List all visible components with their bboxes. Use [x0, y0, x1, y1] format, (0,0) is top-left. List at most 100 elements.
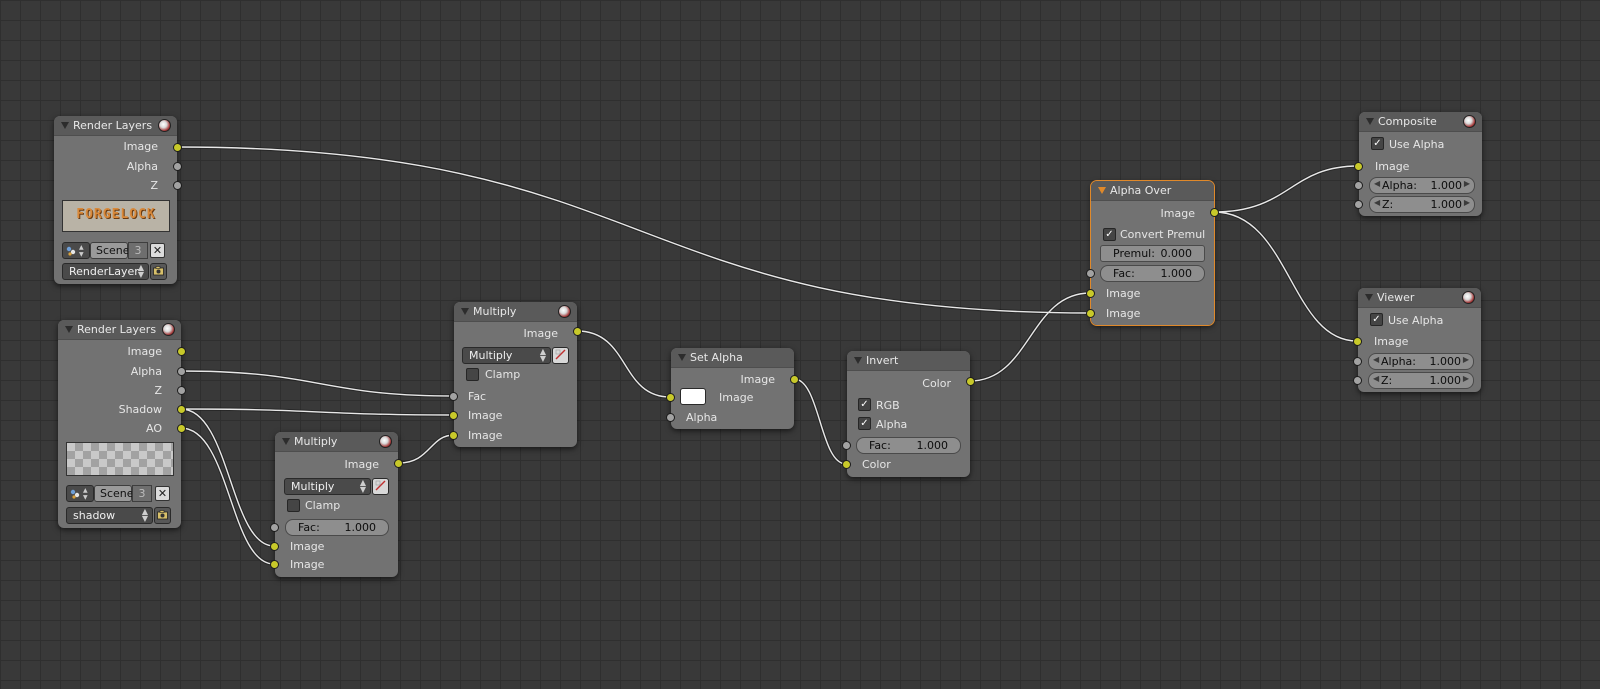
collapse-triangle-icon[interactable] [678, 354, 686, 361]
node-invert[interactable]: Invert Color ✓ RGB ✓ Alpha Fac: 1.000 Co… [842, 351, 975, 477]
preview-sphere-icon[interactable] [558, 305, 571, 318]
collapse-triangle-icon[interactable] [65, 326, 73, 333]
collapse-triangle-icon[interactable] [282, 438, 290, 445]
input-socket-alpha[interactable] [666, 413, 675, 422]
preview-sphere-icon[interactable] [162, 323, 175, 336]
preview-sphere-icon[interactable] [379, 435, 392, 448]
input-socket-image[interactable] [666, 393, 675, 402]
decrement-arrow-icon[interactable]: ◀ [1373, 355, 1379, 364]
output-socket-z[interactable] [177, 386, 186, 395]
node-header[interactable]: Composite [1359, 112, 1482, 132]
input-socket-fac[interactable] [449, 392, 458, 401]
input-socket-image[interactable] [1354, 162, 1363, 171]
decrement-arrow-icon[interactable]: ◀ [1374, 198, 1380, 207]
input-socket-alpha[interactable] [1354, 181, 1363, 190]
alpha-field[interactable]: ◀ Alpha: 1.000 ▶ [1368, 353, 1474, 370]
color-swatch[interactable] [680, 388, 706, 405]
use-alpha-checkbox[interactable]: ✓ [1371, 137, 1384, 150]
node-render-layers-2[interactable]: Render Layers Image Alpha Z Shadow AO ▲ ▼… [58, 320, 186, 528]
output-socket-alpha[interactable] [173, 162, 182, 171]
output-socket-alpha[interactable] [177, 367, 186, 376]
collapse-triangle-icon[interactable] [461, 308, 469, 315]
alpha-checkbox[interactable]: ✓ [858, 417, 871, 430]
input-socket-image[interactable] [1353, 337, 1362, 346]
preview-sphere-icon[interactable] [1463, 115, 1476, 128]
rgb-checkbox[interactable]: ✓ [858, 398, 871, 411]
render-layer-dropdown[interactable]: RenderLayer ▲ ▼ [62, 263, 149, 280]
collapse-triangle-icon[interactable] [1366, 118, 1374, 125]
node-composite[interactable]: Composite ✓ Use Alpha Image ◀ Alpha: 1.0… [1354, 112, 1482, 216]
fac-field[interactable]: Fac: 1.000 [1100, 265, 1205, 282]
node-header[interactable]: Multiply [454, 302, 577, 322]
color-picker-icon[interactable] [372, 478, 389, 495]
z-field[interactable]: ◀ Z: 1.000 ▶ [1369, 196, 1475, 213]
input-socket-fac[interactable] [1086, 269, 1095, 278]
input-socket-image-2[interactable] [449, 431, 458, 440]
node-render-layers-1[interactable]: Render Layers Image Alpha Z FORGELOCK ▲ ▼… [54, 116, 182, 284]
output-socket-image[interactable] [573, 327, 582, 336]
premul-field[interactable]: Premul: 0.000 [1100, 245, 1205, 262]
input-socket-fac[interactable] [270, 523, 279, 532]
camera-icon[interactable] [154, 507, 171, 524]
node-set-alpha[interactable]: Set Alpha Image Image Alpha [666, 348, 799, 429]
z-field[interactable]: ◀ Z: 1.000 ▶ [1368, 372, 1474, 389]
input-socket-fac[interactable] [842, 441, 851, 450]
use-alpha-checkbox[interactable]: ✓ [1370, 313, 1383, 326]
input-socket-image-2[interactable] [270, 560, 279, 569]
color-picker-icon[interactable] [552, 347, 569, 364]
node-header[interactable]: Invert [847, 351, 970, 371]
node-header[interactable]: Multiply [275, 432, 398, 452]
node-header[interactable]: Viewer [1358, 288, 1481, 308]
input-socket-z[interactable] [1354, 200, 1363, 209]
input-socket-alpha[interactable] [1353, 357, 1362, 366]
alpha-field[interactable]: ◀ Alpha: 1.000 ▶ [1369, 177, 1475, 194]
scene-selector[interactable]: Scene [94, 485, 134, 502]
output-socket-z[interactable] [173, 181, 182, 190]
clamp-checkbox[interactable]: ✓ [466, 368, 479, 381]
collapse-triangle-icon[interactable] [1098, 187, 1106, 194]
increment-arrow-icon[interactable]: ▶ [1464, 179, 1470, 188]
output-socket-shadow[interactable] [177, 405, 186, 414]
output-socket-image[interactable] [1210, 208, 1219, 217]
increment-arrow-icon[interactable]: ▶ [1463, 374, 1469, 383]
close-icon[interactable]: ✕ [150, 243, 165, 258]
node-header[interactable]: Render Layers [54, 116, 177, 136]
output-socket-ao[interactable] [177, 424, 186, 433]
collapse-triangle-icon[interactable] [61, 122, 69, 129]
increment-arrow-icon[interactable]: ▶ [1464, 198, 1470, 207]
clamp-checkbox[interactable]: ✓ [287, 499, 300, 512]
output-socket-image[interactable] [394, 459, 403, 468]
decrement-arrow-icon[interactable]: ◀ [1374, 179, 1380, 188]
collapse-triangle-icon[interactable] [854, 357, 862, 364]
camera-icon[interactable] [150, 263, 167, 280]
scene-selector[interactable]: Scene [90, 242, 130, 259]
blend-mode-dropdown[interactable]: Multiply ▲ ▼ [462, 347, 551, 364]
preview-sphere-icon[interactable] [158, 119, 171, 132]
node-header[interactable]: Alpha Over [1091, 181, 1214, 201]
render-layer-dropdown[interactable]: shadow ▲ ▼ [66, 507, 153, 524]
node-header[interactable]: Render Layers [58, 320, 181, 340]
decrement-arrow-icon[interactable]: ◀ [1373, 374, 1379, 383]
output-socket-image[interactable] [790, 375, 799, 384]
scene-icon[interactable]: ▲ ▼ [66, 485, 94, 502]
node-viewer[interactable]: Viewer ✓ Use Alpha Image ◀ Alpha: 1.000 … [1353, 288, 1481, 392]
node-alpha-over[interactable]: Alpha Over Image ✓ Convert Premul Premul… [1086, 180, 1219, 326]
collapse-triangle-icon[interactable] [1365, 294, 1373, 301]
fac-field[interactable]: Fac: 1.000 [856, 437, 961, 454]
input-socket-color[interactable] [842, 460, 851, 469]
input-socket-image-1[interactable] [449, 411, 458, 420]
output-socket-image[interactable] [177, 347, 186, 356]
node-multiply-1[interactable]: Multiply Image Multiply ▲▼ ✓ Clamp Fac I… [449, 302, 582, 447]
output-socket-color[interactable] [966, 377, 975, 386]
blend-mode-dropdown[interactable]: Multiply ▲ ▼ [284, 478, 371, 495]
input-socket-image-2[interactable] [1086, 309, 1095, 318]
preview-sphere-icon[interactable] [1462, 291, 1475, 304]
input-socket-image-1[interactable] [270, 542, 279, 551]
scene-icon[interactable]: ▲ ▼ [62, 242, 90, 259]
input-socket-image-1[interactable] [1086, 289, 1095, 298]
increment-arrow-icon[interactable]: ▶ [1463, 355, 1469, 364]
output-socket-image[interactable] [173, 143, 182, 152]
node-multiply-2[interactable]: Multiply Image Multiply ▲▼ ✓ Clamp Fac: … [270, 432, 403, 577]
close-icon[interactable]: ✕ [155, 486, 170, 501]
fac-field[interactable]: Fac: 1.000 [285, 519, 389, 536]
